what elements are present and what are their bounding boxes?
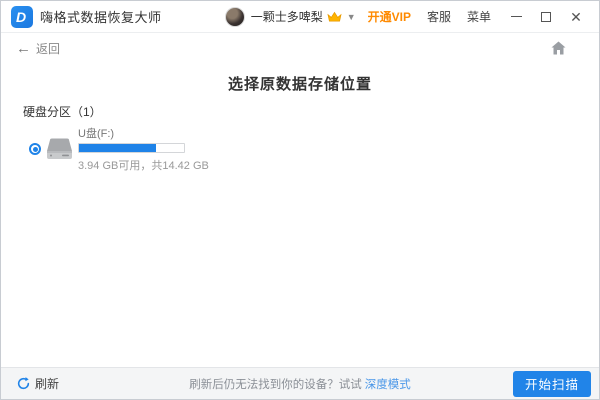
drive-usage-bar <box>78 143 185 153</box>
footer-bar: 刷新 刷新后仍无法找到你的设备？试试深度模式 开始扫描 <box>1 367 599 399</box>
drive-capacity-text: 3.94 GB可用，共14.42 GB <box>78 157 209 173</box>
partition-section-label: 硬盘分区（1） <box>23 103 102 120</box>
deep-mode-link[interactable]: 深度模式 <box>365 379 411 391</box>
close-button[interactable]: ✕ <box>563 6 589 28</box>
maximize-button[interactable] <box>533 6 559 28</box>
hard-drive-icon <box>46 138 73 161</box>
back-label: 返回 <box>36 40 60 57</box>
footer-hint: 刷新后仍无法找到你的设备？试试深度模式 <box>1 376 599 392</box>
open-vip-button[interactable]: 开通VIP <box>368 8 411 25</box>
refresh-button[interactable]: 刷新 <box>17 375 59 392</box>
minimize-button[interactable] <box>503 6 529 28</box>
refresh-icon <box>17 377 30 390</box>
crown-vip-icon <box>327 11 342 23</box>
drive-usage-fill <box>79 144 156 152</box>
refresh-label: 刷新 <box>35 375 59 392</box>
start-scan-button[interactable]: 开始扫描 <box>513 371 591 397</box>
home-button[interactable] <box>551 41 566 55</box>
back-arrow-icon: ← <box>16 41 31 56</box>
toolbar: ← 返回 <box>1 33 599 63</box>
customer-support-button[interactable]: 客服 <box>427 8 451 25</box>
chevron-down-icon[interactable]: ▼ <box>347 12 356 22</box>
home-icon <box>551 41 566 55</box>
hint-text: 刷新后仍无法找到你的设备？试试 <box>189 379 362 391</box>
username[interactable]: 一颗士多啤梨 <box>251 8 323 25</box>
app-window: D 嗨格式数据恢复大师 一颗士多啤梨 ▼ 开通VIP 客服 菜单 ✕ ← 返回 <box>0 0 600 400</box>
titlebar-right: 一颗士多啤梨 ▼ 开通VIP 客服 菜单 ✕ <box>225 6 589 28</box>
menu-button[interactable]: 菜单 <box>467 8 491 25</box>
main-content: 选择原数据存储位置 硬盘分区（1） U盘(F:) 3.94 GB可用，共14.4… <box>1 63 599 367</box>
page-title: 选择原数据存储位置 <box>1 73 599 94</box>
title-bar: D 嗨格式数据恢复大师 一颗士多啤梨 ▼ 开通VIP 客服 菜单 ✕ <box>1 1 599 33</box>
drive-name: U盘(F:) <box>78 125 209 141</box>
back-button[interactable]: ← 返回 <box>16 40 60 57</box>
drive-radio-selected[interactable] <box>29 143 41 155</box>
drive-item-f[interactable]: U盘(F:) 3.94 GB可用，共14.42 GB <box>29 125 209 173</box>
app-logo-icon: D <box>11 6 33 28</box>
app-title: 嗨格式数据恢复大师 <box>40 7 162 26</box>
user-avatar[interactable] <box>225 7 245 27</box>
